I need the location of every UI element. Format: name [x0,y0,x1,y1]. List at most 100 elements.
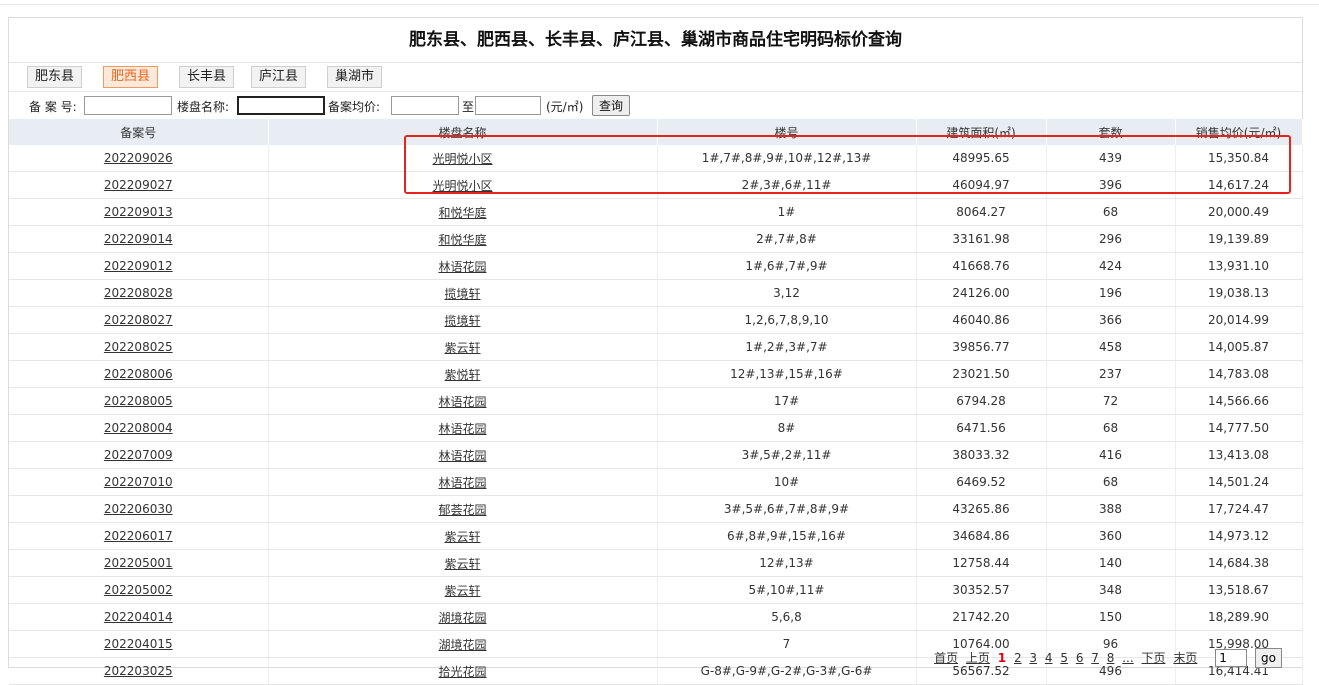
record-no-link[interactable]: 202207010 [104,475,173,489]
table-row: 202209026 光明悦小区 1#,7#,8#,9#,10#,12#,13# 489… [9,145,1303,172]
record-no-link[interactable]: 202205002 [104,583,173,597]
project-name-link[interactable]: 紫悦轩 [444,368,480,382]
price-to-input[interactable] [475,96,541,115]
building-no-cell: 1,2,6,7,8,9,10 [657,306,917,334]
project-name-link[interactable]: 郁荟花园 [438,503,486,517]
record-no-link[interactable]: 202208006 [104,367,173,381]
first-page-link[interactable]: 首页 [934,651,958,665]
record-no-link[interactable]: 202208027 [104,313,173,327]
record-no-link[interactable]: 202207009 [104,448,173,462]
page-link[interactable]: 6 [1076,651,1084,665]
page-link[interactable]: 3 [1029,651,1037,665]
floor-area-cell: 38033.32 [916,441,1047,469]
floor-area-cell: 6794.28 [916,387,1047,415]
table-header-row: 备案号 楼盘名称 楼号 建筑面积(㎡) 套数 销售均价(元/㎡) [9,119,1303,145]
project-name-cell: 紫云轩 [268,576,658,604]
avg-price-cell: 18,289.90 [1175,603,1303,631]
floor-area-cell: 8064.27 [916,198,1047,226]
record-no-link[interactable]: 202209012 [104,259,173,273]
project-name-link[interactable]: 和悦华庭 [438,233,486,247]
tab-lujiang[interactable]: 庐江县 [251,66,307,88]
record-no-link[interactable]: 202206017 [104,529,173,543]
tab-chaohu[interactable]: 巢湖市 [327,66,383,88]
avg-price-cell: 19,139.89 [1175,225,1303,253]
page-link[interactable]: 7 [1091,651,1099,665]
project-name-link[interactable]: 拾光花园 [438,665,486,679]
project-name-link[interactable]: 揽境轩 [444,287,480,301]
project-name-cell: 和悦华庭 [268,225,658,253]
record-no-link[interactable]: 202209014 [104,232,173,246]
floor-area-cell: 39856.77 [916,333,1047,361]
record-no-link[interactable]: 202208004 [104,421,173,435]
project-name-link[interactable]: 林语花园 [438,476,486,490]
record-no-link[interactable]: 202206030 [104,502,173,516]
project-name-link[interactable]: 紫云轩 [444,557,480,571]
project-name-link[interactable]: 湖境花园 [438,638,486,652]
project-name-link[interactable]: 光明悦小区 [432,152,492,166]
tab-feixi[interactable]: 肥西县 [103,66,159,88]
go-button[interactable]: go [1255,648,1282,668]
page-link[interactable]: 8 [1107,651,1115,665]
record-no-label: 备 案 号: [29,100,77,114]
header-building-no: 楼号 [657,119,917,145]
project-name-link[interactable]: 林语花园 [438,422,486,436]
avg-price-cell: 13,518.67 [1175,576,1303,604]
table-row: 202206017 紫云轩 6#,8#,9#,15#,16# 34684.86 360 1… [9,522,1303,550]
building-no-cell: 3#,5#,6#,7#,8#,9# [657,495,917,523]
table-row: 202208028 揽境轩 3,12 24126.00 196 19,038.13 [9,279,1303,307]
page-link[interactable]: 2 [1014,651,1022,665]
next-page-link[interactable]: 下页 [1142,651,1166,665]
avg-price-cell: 14,617.24 [1175,171,1303,199]
table-row: 202209027 光明悦小区 2#,3#,6#,11# 46094.97 396 14,… [9,171,1303,199]
query-button[interactable]: 查询 [592,95,631,116]
avg-price-cell: 14,777.50 [1175,414,1303,442]
project-name-link[interactable]: 湖境花园 [438,611,486,625]
record-no-cell: 202205002 [9,576,269,604]
last-page-link[interactable]: 末页 [1173,651,1197,665]
record-no-input[interactable] [84,96,172,115]
project-name-link[interactable]: 紫云轩 [444,584,480,598]
project-name-link[interactable]: 揽境轩 [444,314,480,328]
project-name-link[interactable]: 光明悦小区 [432,179,492,193]
record-no-cell: 202204014 [9,603,269,631]
more-pages-link[interactable]: ... [1122,651,1133,665]
avg-price-cell: 14,501.24 [1175,468,1303,496]
project-name-link[interactable]: 紫云轩 [444,530,480,544]
building-no-cell: 3#,5#,2#,11# [657,441,917,469]
record-no-link[interactable]: 202208028 [104,286,173,300]
unit-count-cell: 196 [1046,279,1176,307]
record-no-link[interactable]: 202208025 [104,340,173,354]
avg-price-cell: 14,783.08 [1175,360,1303,388]
record-no-link[interactable]: 202209027 [104,178,173,192]
project-name-link[interactable]: 林语花园 [438,395,486,409]
page-link[interactable]: 4 [1045,651,1053,665]
unit-count-cell: 439 [1046,145,1176,172]
price-unit-label: (元/㎡) [546,100,584,114]
project-name-input[interactable] [237,96,325,115]
prev-page-link[interactable]: 上页 [966,651,990,665]
unit-count-cell: 360 [1046,522,1176,550]
building-no-cell: 1#,2#,3#,7# [657,333,917,361]
record-no-link[interactable]: 202204014 [104,610,173,624]
page-link[interactable]: 5 [1060,651,1068,665]
price-from-input[interactable] [391,96,459,115]
record-no-link[interactable]: 202209013 [104,205,173,219]
record-no-link[interactable]: 202205001 [104,556,173,570]
header-record-no: 备案号 [9,119,269,145]
record-no-link[interactable]: 202204015 [104,637,173,651]
tab-changfeng[interactable]: 长丰县 [179,66,235,88]
unit-count-cell: 237 [1046,360,1176,388]
header-project-name: 楼盘名称 [268,119,658,145]
tab-feidong[interactable]: 肥东县 [27,66,83,88]
page-number-input[interactable] [1215,649,1248,667]
project-name-link[interactable]: 林语花园 [438,449,486,463]
project-name-link[interactable]: 和悦华庭 [438,206,486,220]
project-name-link[interactable]: 林语花园 [438,260,486,274]
unit-count-cell: 68 [1046,198,1176,226]
record-no-link[interactable]: 202208005 [104,394,173,408]
project-name-link[interactable]: 紫云轩 [444,341,480,355]
record-no-link[interactable]: 202209026 [104,151,173,165]
project-name-cell: 林语花园 [268,468,658,496]
record-no-cell: 202208004 [9,414,269,442]
building-no-cell: 6#,8#,9#,15#,16# [657,522,917,550]
